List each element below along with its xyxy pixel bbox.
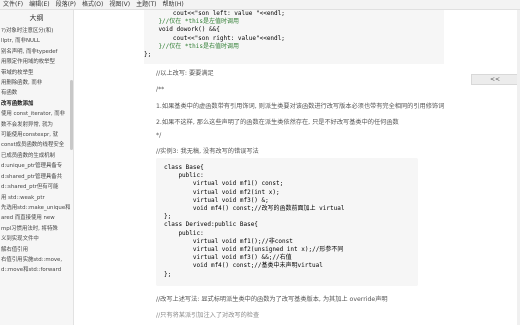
menu-bar: 文件(F) 编辑(E) 段落(P) 格式(O) 视图(V) 主题(T) 帮助(H) [0,0,520,10]
code-line: class Base{ [164,164,204,171]
outline-item[interactable]: 数不会发射异常, 就为 [0,120,73,130]
outline-item[interactable]: 用限定作用域的枚举型 [0,57,73,67]
code-line: }; [144,51,152,59]
outline-item[interactable]: const成员函数的线程安全 [0,140,73,150]
text-p2: /** [156,86,165,93]
outline-sidebar: 大纲 ?)对象时注意区分(和) llptr, 而非NULL 别名声明, 而非type… [0,10,74,325]
code-line: cout<<"son right: value"<<endl; [144,34,285,42]
code-line: virtual void mf1();//非const [164,237,293,245]
outline-item[interactable]: d:shared_ptr管理具备共 [0,172,73,182]
editor-area[interactable]: cout<<"son left: value "<<endl; }//仅在 *t… [74,10,520,325]
code-line: }; [164,270,172,278]
outline-item[interactable]: d:unique_ptr管理具备专 [0,161,73,171]
outline-title: 大纲 [29,14,44,22]
code-line: void dowork() &&{ [144,26,220,34]
code-line: class Derived:public Base{ [164,221,258,229]
code-block[interactable]: class Base{ public: virtual void mf1() c… [156,158,418,286]
menu-file[interactable]: 文件(F) [0,1,26,8]
outline-item[interactable]: llptr, 而非NULL [0,36,73,46]
outline-item[interactable]: ared 而直接使用 new [0,213,73,223]
menu-theme[interactable]: 主题(T) [133,1,159,8]
text-p6: //实例3: 我无稿, 没有改写的错误写法 [156,148,259,155]
code-line: }; [164,213,172,221]
outline-item[interactable]: mpl习惯用法时, 将特殊 [0,224,73,234]
outline-list: ?)对象时注意区分(和) llptr, 而非NULL 别名声明, 而非typedef… [0,26,73,276]
outline-item[interactable]: 已成员函数的生成机制 [0,151,73,161]
code-line: virtual void mf2(int x); [164,188,280,196]
text-p5: */ [156,132,162,139]
code-block-top[interactable]: cout<<"son left: value "<<endl; }//仅在 *t… [144,10,444,64]
outline-item[interactable]: 义到实现文件中 [0,234,73,244]
code-line: virtual void mf3() &&;//右值 [164,254,292,262]
menu-edit[interactable]: 编辑(E) [26,1,52,8]
code-line: cout<<"son left: value "<<endl; [144,10,285,17]
outline-item[interactable]: 用删除函数, 而非 [0,78,73,88]
outline-item[interactable]: 改写函数添加 [0,99,73,109]
code-line: virtual void mf3() &; [164,196,269,204]
text-p1: //以上改写: 要要满足 [156,70,214,77]
outline-item[interactable]: 别名声明, 而非typedef [0,47,73,57]
text-p4: 2.如果不这样, 那么这些声明了的函数在派生类依然存在, 只是不好改写基类中的任… [156,119,399,126]
menu-help[interactable]: 帮助(H) [160,1,187,8]
outline-item[interactable]: 带域的枚举型 [0,68,73,78]
sidebar-scrollbar[interactable] [70,80,73,150]
code-line: }//仅在 *this是左值时调用 [144,18,239,26]
menu-format[interactable]: 格式(O) [79,1,106,8]
outline-item[interactable]: d::move和std::forward [0,265,73,275]
outline-item[interactable]: 用 std::weak_ptr [0,193,73,203]
outline-item[interactable]: 使用 const_iterator, 而非 [0,109,73,119]
code-lines: class Base{ public: virtual void mf1() c… [156,158,418,285]
code-line: public: [164,172,204,180]
collapse-button[interactable]: << [471,74,519,85]
outline-item[interactable]: 先选用std::make_unique和 [0,203,73,213]
code-line: void mf4() const;//改写的函数前面加上 virtual [164,205,345,213]
outline-item[interactable]: 右值引用实施std::move, [0,255,73,265]
code-line: virtual void mf2(unsigned int x);//形参不同 [164,246,344,254]
outline-item[interactable]: 解右值引用 [0,245,73,255]
text-p8: //只有将某派引加注入了对改写的检查 [156,312,260,319]
menu-paragraph[interactable]: 段落(P) [53,1,79,8]
menu-view[interactable]: 视图(V) [106,1,133,8]
outline-item[interactable]: ?)对象时注意区分(和) [0,26,73,36]
code-line: public: [164,229,204,237]
code-line: void mf4() const;//基类中未声明virtual [164,262,323,270]
code-line: }//仅在 *this是右值时调用 [144,42,239,50]
text-p7: //改写上述写法: 显式标明派生类中的函数为了改写基类版本, 为其加上 over… [156,296,388,303]
code-top-lines: cout<<"son left: value "<<endl; }//仅在 *t… [144,10,444,59]
code-line: virtual void mf1() const; [164,180,284,188]
text-p3: 1.如果基类中的虚函数带有引用饰词, 则派生类要对该函数进行改写版本必须也带有完… [156,103,445,110]
outline-item[interactable]: d::shared_ptr但有可能 [0,182,73,192]
outline-item[interactable]: 有函数 [0,88,73,98]
outline-item[interactable]: 可能使用constexpr, 就 [0,130,73,140]
